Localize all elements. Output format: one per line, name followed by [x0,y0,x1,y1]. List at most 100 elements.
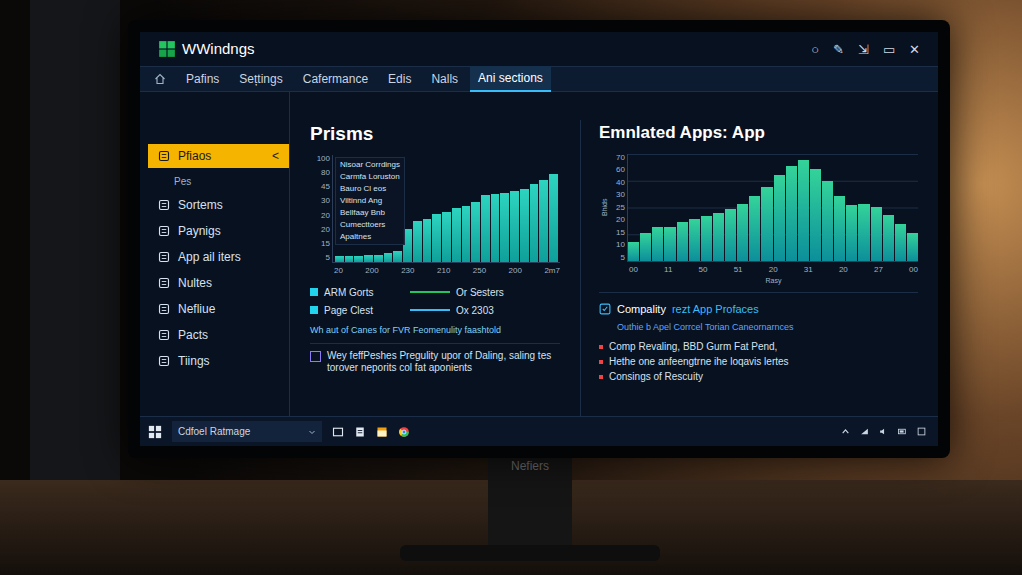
area-column [774,175,785,261]
x-tick: 20 [769,264,778,276]
bar [520,189,529,262]
category-overlay: Nisoar CorrdingsCarmfa LorustonBauro Cl … [335,157,405,245]
x-tick: 20 [334,265,343,277]
panel-title: Prisms [310,120,560,149]
sidebar-item[interactable]: Pfiaos < [148,144,289,168]
sidebar-label: Pfiaos [178,149,264,163]
y-tick: 20 [310,226,330,234]
sidebar-label: App ail iters [178,250,279,264]
bar [442,212,451,261]
tab[interactable]: Ani sections [470,66,551,92]
area-column [713,213,724,260]
y-tick: 30 [611,191,625,199]
area-column [834,196,845,260]
compatibility-title: Compality rezt App Profaces [599,301,918,318]
area-column [907,233,918,261]
browser-app-icon [398,426,410,438]
window-control[interactable]: ▭ [883,43,895,56]
start-icon [148,425,162,439]
x-tick: 250 [473,265,486,277]
legend-line [410,291,450,293]
bar [335,256,344,261]
monitor-base [400,545,660,561]
bar [549,174,558,262]
area-column [846,205,857,260]
notification-icon [917,427,926,436]
item-icon [158,199,170,211]
area-column [883,215,894,261]
sidebar-item[interactable]: Nultes [148,273,289,293]
tab[interactable]: Cafermance [295,67,376,91]
legend-label: ARM Gorts [324,285,404,300]
x-tick: 230 [401,265,414,277]
option-checkbox[interactable] [310,351,321,362]
y-tick: 15 [310,240,330,248]
sidebar-subitem[interactable]: Pes [148,174,289,189]
tab[interactable]: Nalls [423,67,466,91]
y-tick: 60 [611,166,625,174]
window-title: WWindngs [182,38,255,61]
area-column [664,227,675,261]
y-tick: 30 [310,197,330,205]
x-tick: 00 [629,264,638,276]
sidebar-item[interactable]: Sortems [148,195,289,215]
taskbar-search[interactable]: Cdfoel Ratmage [172,421,322,442]
sidebar-item[interactable]: Nefliue [148,299,289,319]
compatibility-heading: Compality [617,301,666,318]
category-label: Nisoar Corrdings [340,160,400,170]
compatibility-link[interactable]: rezt App Profaces [672,301,759,318]
x-tick: 210 [437,265,450,277]
category-label: Apaltnes [340,232,400,242]
area-column [725,209,736,261]
battery-icon [898,427,907,436]
tab[interactable]: Pafins [178,67,227,91]
x-tick: 50 [699,264,708,276]
window-control[interactable]: ⇲ [858,43,869,56]
y-tick: 80 [310,169,330,177]
calendar-app-icon [376,426,388,438]
tab[interactable]: Edis [380,67,419,91]
bullet-item: Hethe one anfeengtrne ihe loqavis lertes [599,356,918,368]
monitor-stand: Nefiers [488,456,572,548]
y-axis: 70604030252015105 [611,154,627,262]
bullet-item: Comp Revaling, BBD Gurm Fat Pend, [599,341,918,353]
sidebar-item[interactable]: Tiings [148,351,289,371]
y-tick: 20 [611,216,625,224]
sidebar-item[interactable]: App ail iters [148,247,289,267]
area-column [737,204,748,261]
bar [413,221,422,262]
option-row[interactable]: Wey feffPeshes Pregulity upor of Daling,… [310,350,560,374]
legend-item: Page ClestOx 2303 [310,303,560,318]
bullet-text: Comp Revaling, BBD Gurm Fat Pend, [609,341,777,353]
windows-logo-icon [158,40,176,58]
sidebar-item[interactable]: Paynigs [148,221,289,241]
bar [452,208,461,262]
x-label-box: Rasy [599,276,918,287]
area-column [761,187,772,260]
category-label: Bellfaay Bnb [340,208,400,218]
item-icon [158,225,170,237]
window-control[interactable]: ○ [811,43,819,56]
x-axis: 202002302102502002m7 [310,265,560,277]
plot-area: Nisoar CorrdingsCarmfa LorustonBauro Cl … [332,155,560,263]
tab[interactable]: Sețtings [231,67,290,91]
bullet-text: Consings of Rescuity [609,371,703,383]
window-control[interactable]: ✕ [909,43,920,56]
tray-arrow-icon [841,427,850,436]
main-area: Prisms1008045302020155Nisoar CorrdingsCa… [290,92,938,416]
sidebar-item[interactable]: Pacts [148,325,289,345]
bar [393,251,402,262]
bar [462,206,471,262]
bullet-marker [599,360,603,364]
window-control[interactable]: ✎ [833,43,844,56]
sidebar-label: Nultes [178,276,279,290]
window-controls: ○ ✎ ⇲ ▭ ✕ [811,43,920,56]
collapse-chevron[interactable]: < [272,147,279,165]
tab-bar: PafinsSețtingsCafermanceEdisNallsAni sec… [140,66,938,92]
x-axis-label: Rasy [766,276,782,287]
item-icon [158,150,170,162]
legend-line-label: Ox 2303 [456,303,494,318]
category-label: Bauro Cl eos [340,184,400,194]
bar [539,180,548,261]
monitor: WWindngs ○ ✎ ⇲ ▭ ✕ PafinsSețtingsCafermanceEdi… [128,20,950,458]
